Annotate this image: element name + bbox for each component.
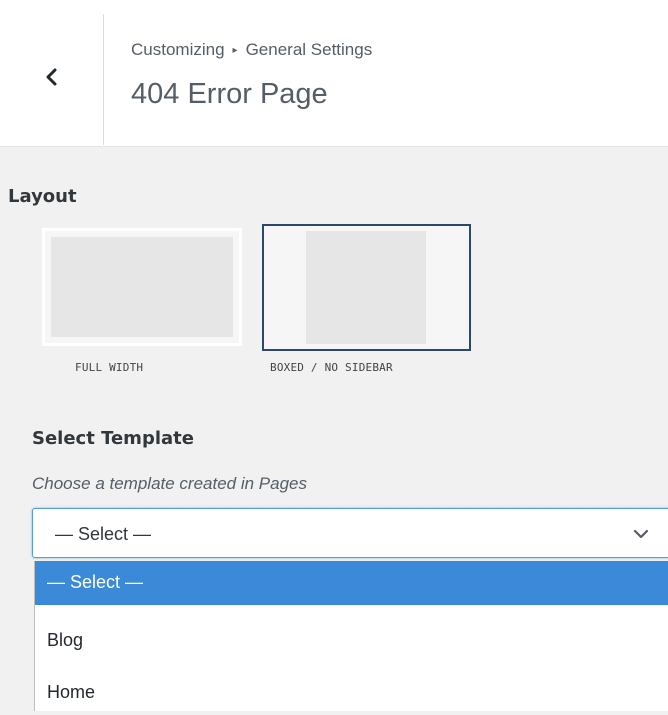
dropdown-option-label: Home (47, 682, 96, 702)
dropdown-option-blog[interactable]: Blog (35, 619, 668, 663)
template-dropdown-list: — Select — Blog Home (34, 561, 668, 711)
layout-option-boxed-no-sidebar[interactable] (262, 224, 471, 351)
dropdown-option-label: Blog (47, 630, 84, 650)
back-button[interactable] (0, 14, 104, 145)
dropdown-option-label: — Select — (47, 572, 144, 592)
breadcrumb: Customizing ▸ General Settings (131, 40, 372, 60)
page-title: 404 Error Page (131, 78, 328, 110)
breadcrumb-item-general-settings: General Settings (245, 40, 373, 59)
template-select[interactable]: — Select — (32, 508, 668, 558)
breadcrumb-item-customizing: Customizing (131, 40, 225, 59)
layout-preview-full-width (51, 237, 233, 337)
chevron-down-icon (633, 529, 649, 539)
select-template-description: Choose a template created in Pages (32, 474, 308, 493)
layout-label: Layout (8, 186, 77, 207)
customizer-header: Customizing ▸ General Settings 404 Error… (0, 0, 668, 147)
layout-caption-full-width: FULL WIDTH (75, 361, 144, 374)
template-select-value: — Select — (55, 524, 152, 544)
chevron-left-icon (46, 68, 56, 85)
breadcrumb-separator-icon: ▸ (232, 44, 238, 56)
dropdown-option-select[interactable]: — Select — (35, 561, 668, 605)
layout-caption-boxed-no-sidebar: BOXED / NO SIDEBAR (270, 361, 393, 374)
layout-option-full-width[interactable] (42, 228, 242, 346)
dropdown-option-home[interactable]: Home (35, 671, 668, 715)
layout-preview-boxed (306, 231, 426, 344)
select-template-label: Select Template (32, 428, 194, 449)
